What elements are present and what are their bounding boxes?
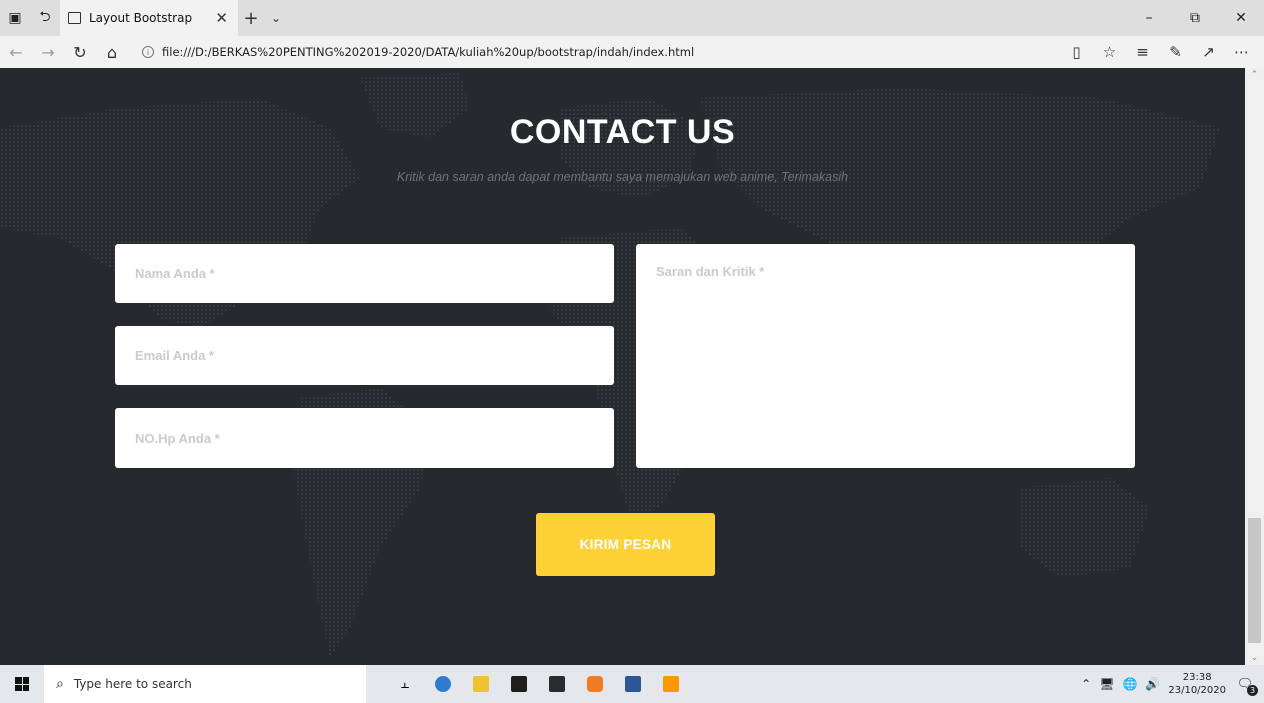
search-icon: ⌕: [56, 676, 64, 692]
show-hidden-icons-icon[interactable]: ⌃: [1081, 677, 1091, 691]
share-icon[interactable]: ↗: [1192, 43, 1225, 61]
section-subtitle: Kritik dan saran anda dapat membantu say…: [396, 170, 849, 184]
forward-icon[interactable]: →: [32, 36, 64, 68]
send-message-button[interactable]: KIRIM PESAN: [536, 513, 715, 576]
browser-tab[interactable]: Layout Bootstrap ✕: [60, 0, 238, 36]
page-scrollbar[interactable]: ⌃ ⌄: [1245, 68, 1264, 665]
network-icon[interactable]: 🖥: [1099, 677, 1114, 691]
windows-taskbar: ⌕ Type here to search ⫠ ⌃ 🖥 🌐 🔊 23:38 23…: [0, 665, 1264, 703]
address-bar[interactable]: i file:///D:/BERKAS%20PENTING%202019-202…: [136, 39, 980, 65]
section-title: CONTACT US: [509, 113, 736, 151]
restore-icon[interactable]: ⧉: [1172, 0, 1218, 36]
scrollbar-thumb[interactable]: [1248, 518, 1261, 643]
url-text[interactable]: file:///D:/BERKAS%20PENTING%202019-2020/…: [162, 45, 694, 59]
store-icon[interactable]: [500, 665, 538, 703]
taskbar-clock[interactable]: 23:38 23/10/2020: [1168, 671, 1226, 697]
info-icon[interactable]: i: [142, 46, 154, 58]
taskbar-search[interactable]: ⌕ Type here to search: [44, 665, 366, 703]
contact-section: CONTACT US Kritik dan saran anda dapat m…: [0, 68, 1264, 665]
clock-date: 23/10/2020: [1168, 685, 1226, 696]
page-icon: [68, 12, 81, 24]
language-icon[interactable]: 🌐: [1122, 677, 1137, 691]
windows-logo-icon: [15, 677, 29, 691]
search-placeholder: Type here to search: [73, 677, 192, 691]
scroll-down-icon[interactable]: ⌄: [1245, 653, 1264, 663]
reading-view-icon[interactable]: ▯: [1060, 43, 1093, 61]
back-icon[interactable]: ←: [0, 36, 32, 68]
volume-icon[interactable]: 🔊: [1145, 677, 1160, 691]
set-aside-tabs-icon[interactable]: ⮌: [30, 0, 60, 36]
edge-icon[interactable]: [424, 665, 462, 703]
tab-preview-icon[interactable]: ▣: [0, 0, 30, 36]
tab-menu-icon[interactable]: ⌄: [264, 0, 288, 36]
notification-count: 3: [1247, 685, 1258, 696]
word-icon[interactable]: [614, 665, 652, 703]
notifications-icon[interactable]: 🗨 3: [1234, 673, 1258, 696]
close-icon[interactable]: ✕: [215, 9, 228, 27]
message-textarea[interactable]: [636, 244, 1135, 468]
browser-tab-bar: ▣ ⮌ Layout Bootstrap ✕ + ⌄ – ⧉ ✕: [0, 0, 1264, 36]
refresh-icon[interactable]: ↻: [64, 36, 96, 68]
file-explorer-icon[interactable]: [462, 665, 500, 703]
favorites-list-icon[interactable]: ≡: [1126, 43, 1159, 61]
name-input[interactable]: [115, 244, 614, 303]
new-tab-icon[interactable]: +: [238, 0, 264, 36]
phone-input[interactable]: [115, 408, 614, 468]
mail-icon[interactable]: [538, 665, 576, 703]
scroll-up-icon[interactable]: ⌃: [1245, 70, 1264, 80]
email-input[interactable]: [115, 326, 614, 385]
close-window-icon[interactable]: ✕: [1218, 0, 1264, 36]
more-icon[interactable]: ⋯: [1225, 43, 1258, 61]
browser-nav-bar: ← → ↻ ⌂ i file:///D:/BERKAS%20PENTING%20…: [0, 36, 1264, 68]
paint-icon[interactable]: [576, 665, 614, 703]
start-button[interactable]: [0, 665, 44, 703]
home-icon[interactable]: ⌂: [96, 36, 128, 68]
tab-title: Layout Bootstrap: [89, 11, 193, 25]
favorite-icon[interactable]: ☆: [1093, 43, 1126, 61]
sublime-icon[interactable]: [652, 665, 690, 703]
task-view-icon[interactable]: ⫠: [386, 665, 424, 703]
pen-icon[interactable]: ✎: [1159, 43, 1192, 61]
clock-time: 23:38: [1182, 672, 1212, 683]
minimize-icon[interactable]: –: [1126, 0, 1172, 36]
